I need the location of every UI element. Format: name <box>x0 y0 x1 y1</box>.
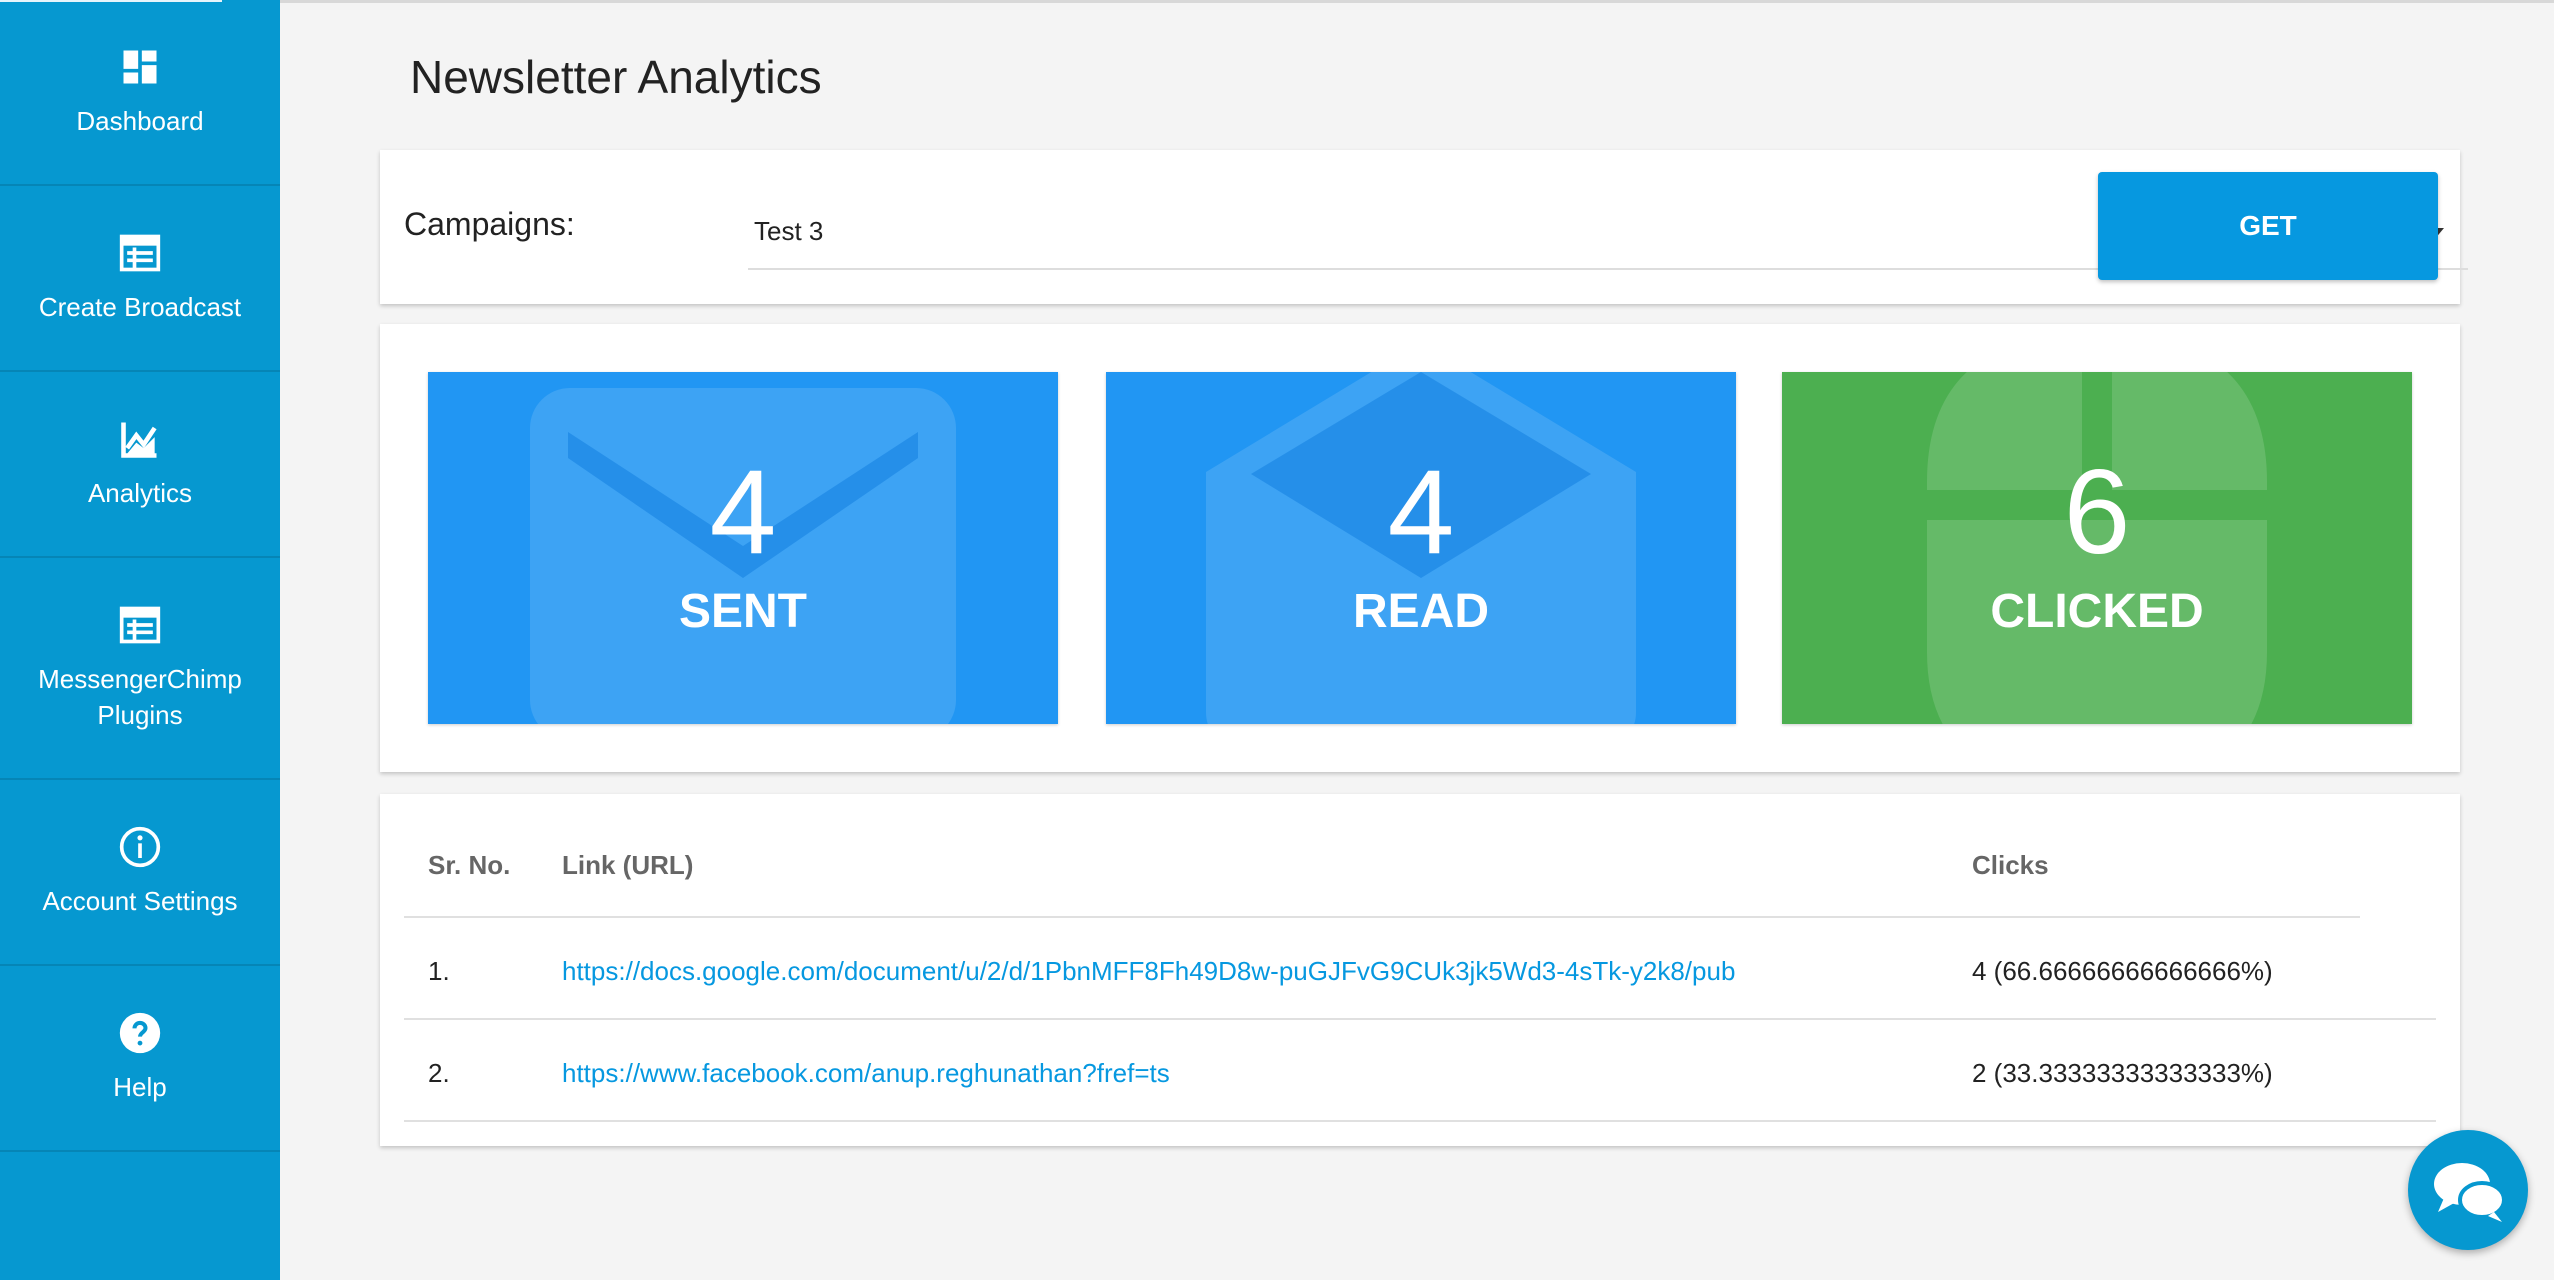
table-header: Sr. No. Link (URL) Clicks <box>404 794 2360 918</box>
analytics-chart-icon <box>121 422 157 458</box>
chat-icon <box>2434 1163 2506 1222</box>
sidebar-item-label: MessengerChimp Plugins <box>38 664 242 730</box>
dashboard-icon <box>123 50 157 84</box>
stat-tile-clicked: 6 CLICKED <box>1782 372 2412 724</box>
table-row: 1. https://docs.google.com/document/u/2/… <box>404 918 2436 1020</box>
stat-read-label: READ <box>1352 585 1489 638</box>
campaign-card: Campaigns: Test 3 GET <box>380 150 2468 304</box>
active-indicator <box>0 0 222 2</box>
sidebar-item-account-settings[interactable]: Account Settings <box>0 780 280 966</box>
header-link-url: Link (URL) <box>562 850 694 880</box>
stats-card: 4 SENT 4 READ 6 CLICKED <box>380 324 2460 772</box>
sidebar-item-plugins[interactable]: MessengerChimp Plugins <box>0 558 280 780</box>
stat-tile-sent: 4 SENT <box>428 372 1058 724</box>
row-sr-no: 1. <box>428 956 450 986</box>
sidebar-item-create-broadcast[interactable]: Create Broadcast <box>0 186 280 372</box>
row-clicks: 4 (66.66666666666666%) <box>1972 956 2273 986</box>
info-icon <box>119 826 161 868</box>
sidebar-item-label: Dashboard <box>76 106 204 136</box>
chat-button[interactable] <box>2408 1130 2528 1250</box>
stat-sent-value: 4 <box>709 445 777 579</box>
sidebar-item-help[interactable]: Help <box>0 966 280 1152</box>
stat-clicked-value: 6 <box>2063 445 2131 579</box>
stat-tile-read: 4 READ <box>1106 372 1736 724</box>
help-icon <box>119 1012 161 1054</box>
stat-sent-label: SENT <box>678 585 807 638</box>
row-link[interactable]: https://docs.google.com/document/u/2/d/1… <box>562 956 1735 987</box>
row-sr-no: 2. <box>428 1058 450 1088</box>
broadcast-icon <box>119 234 161 272</box>
page-title: Newsletter Analytics <box>410 51 822 103</box>
campaign-selected-value: Test 3 <box>754 216 824 246</box>
sidebar: Dashboard Create Broadcast Analytics Mes… <box>0 0 280 1280</box>
plugins-icon <box>119 606 161 644</box>
links-table: Sr. No. Link (URL) Clicks 1. https://doc… <box>380 794 2460 1146</box>
sidebar-item-analytics[interactable]: Analytics <box>0 372 280 558</box>
stat-clicked-label: CLICKED <box>1990 585 2204 638</box>
header-clicks: Clicks <box>1972 850 2049 880</box>
row-link[interactable]: https://www.facebook.com/anup.reghunatha… <box>562 1058 1170 1089</box>
sidebar-item-label: Create Broadcast <box>38 292 242 322</box>
header-sr-no: Sr. No. <box>428 850 511 880</box>
sidebar-item-label: Analytics <box>87 478 193 508</box>
get-button[interactable]: GET <box>2098 172 2438 280</box>
sidebar-item-label: Account Settings <box>42 886 238 916</box>
sidebar-item-dashboard[interactable]: Dashboard <box>0 0 280 186</box>
campaigns-label: Campaigns: <box>404 206 575 242</box>
table-row: 2. https://www.facebook.com/anup.reghuna… <box>404 1020 2436 1122</box>
row-clicks: 2 (33.33333333333333%) <box>1972 1058 2273 1088</box>
sidebar-item-label: Help <box>113 1072 167 1102</box>
top-border <box>280 0 2554 3</box>
stat-read-value: 4 <box>1387 445 1455 579</box>
